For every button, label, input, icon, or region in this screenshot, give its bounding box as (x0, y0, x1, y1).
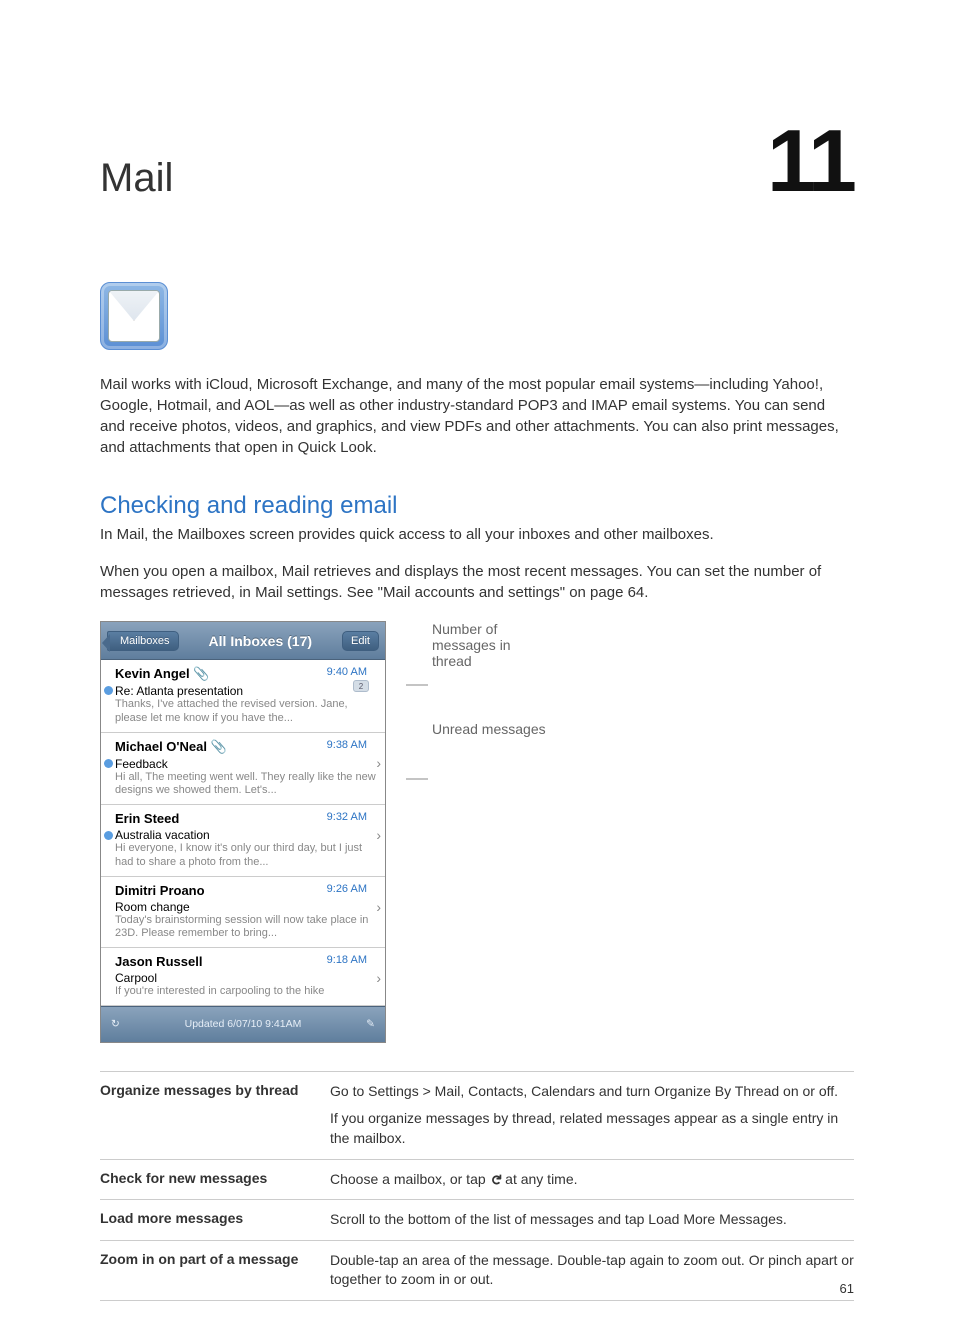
mailboxes-back-button[interactable]: Mailboxes (107, 631, 179, 651)
chapter-number: 11 (767, 110, 854, 212)
message-preview: If you're interested in carpooling to th… (115, 985, 381, 999)
tip-label: Zoom in on part of a message (100, 1251, 330, 1290)
section-paragraph: When you open a mailbox, Mail retrieves … (100, 561, 854, 603)
mail-screenshot: Mailboxes All Inboxes (17) Edit Kevin An… (100, 621, 386, 1043)
message-time: 9:18 AM (327, 954, 367, 966)
chevron-right-icon: › (376, 899, 381, 915)
page-number: 61 (840, 1281, 854, 1296)
callout-unread: Unread messages (432, 721, 546, 737)
message-subject: Australia vacation (115, 828, 381, 842)
message-time: 9:26 AM (327, 883, 367, 895)
tip-row: Organize messages by threadGo to Setting… (100, 1072, 854, 1160)
message-row[interactable]: Jason Russell9:18 AM›CarpoolIf you're in… (101, 948, 385, 1006)
message-row[interactable]: Michael O'Neal 📎9:38 AM›FeedbackHi all, … (101, 733, 385, 806)
tip-body: Go to Settings > Mail, Contacts, Calenda… (330, 1082, 854, 1149)
message-subject: Room change (115, 900, 381, 914)
tip-body: Choose a mailbox, or tap ↻ at any time. (330, 1170, 854, 1190)
message-row[interactable]: Dimitri Proano9:26 AM›Room changeToday's… (101, 877, 385, 949)
intro-paragraph: Mail works with iCloud, Microsoft Exchan… (100, 374, 854, 458)
unread-dot-icon (104, 759, 113, 768)
message-time: 9:40 AM (327, 666, 367, 678)
edit-button[interactable]: Edit (342, 631, 379, 651)
message-subject: Carpool (115, 971, 381, 985)
message-subject: Re: Atlanta presentation (115, 684, 381, 698)
tip-body: Scroll to the bottom of the list of mess… (330, 1210, 854, 1230)
unread-dot-icon (104, 831, 113, 840)
inbox-title: All Inboxes (17) (209, 633, 312, 649)
message-row[interactable]: Erin Steed9:32 AM›Australia vacationHi e… (101, 805, 385, 877)
section-heading: Checking and reading email (100, 492, 854, 520)
message-time: 9:38 AM (327, 739, 367, 751)
tips-table: Organize messages by threadGo to Setting… (100, 1071, 854, 1301)
chevron-right-icon: › (376, 827, 381, 843)
tip-body: Double-tap an area of the message. Doubl… (330, 1251, 854, 1290)
tip-row: Check for new messagesChoose a mailbox, … (100, 1160, 854, 1201)
tip-label: Load more messages (100, 1210, 330, 1230)
callout-thread-a: Number of (432, 621, 511, 637)
message-preview: Hi everyone, I know it's only our third … (115, 842, 381, 870)
chevron-right-icon: › (376, 970, 381, 986)
message-preview: Hi all, The meeting went well. They real… (115, 771, 381, 799)
thread-count-badge: 2 (353, 680, 369, 692)
chevron-right-icon: › (376, 755, 381, 771)
attachment-icon: 📎 (211, 739, 227, 754)
refresh-icon: ↻ (486, 1173, 506, 1185)
page-title: Mail (100, 156, 173, 201)
message-time: 9:32 AM (327, 811, 367, 823)
mail-app-icon (100, 282, 168, 350)
callout-thread-b: messages in (432, 637, 511, 653)
message-preview: Today's brainstorming session will now t… (115, 914, 381, 942)
callout-lines (406, 669, 606, 869)
toolbar-status: Updated 6/07/10 9:41AM (185, 1018, 302, 1030)
message-row[interactable]: Kevin Angel 📎9:40 AM2Re: Atlanta present… (101, 660, 385, 733)
attachment-icon: 📎 (193, 666, 209, 681)
message-preview: Thanks, I've attached the revised versio… (115, 698, 381, 726)
message-subject: Feedback (115, 757, 381, 771)
tip-row: Load more messagesScroll to the bottom o… (100, 1200, 854, 1241)
compose-icon[interactable]: ✎ (366, 1018, 375, 1030)
callout-thread-c: thread (432, 653, 511, 669)
section-subtext: In Mail, the Mailboxes screen provides q… (100, 524, 854, 545)
tip-label: Organize messages by thread (100, 1082, 330, 1149)
unread-dot-icon (104, 686, 113, 695)
tip-row: Zoom in on part of a messageDouble-tap a… (100, 1241, 854, 1301)
refresh-icon[interactable]: ↻ (111, 1018, 120, 1030)
tip-label: Check for new messages (100, 1170, 330, 1190)
